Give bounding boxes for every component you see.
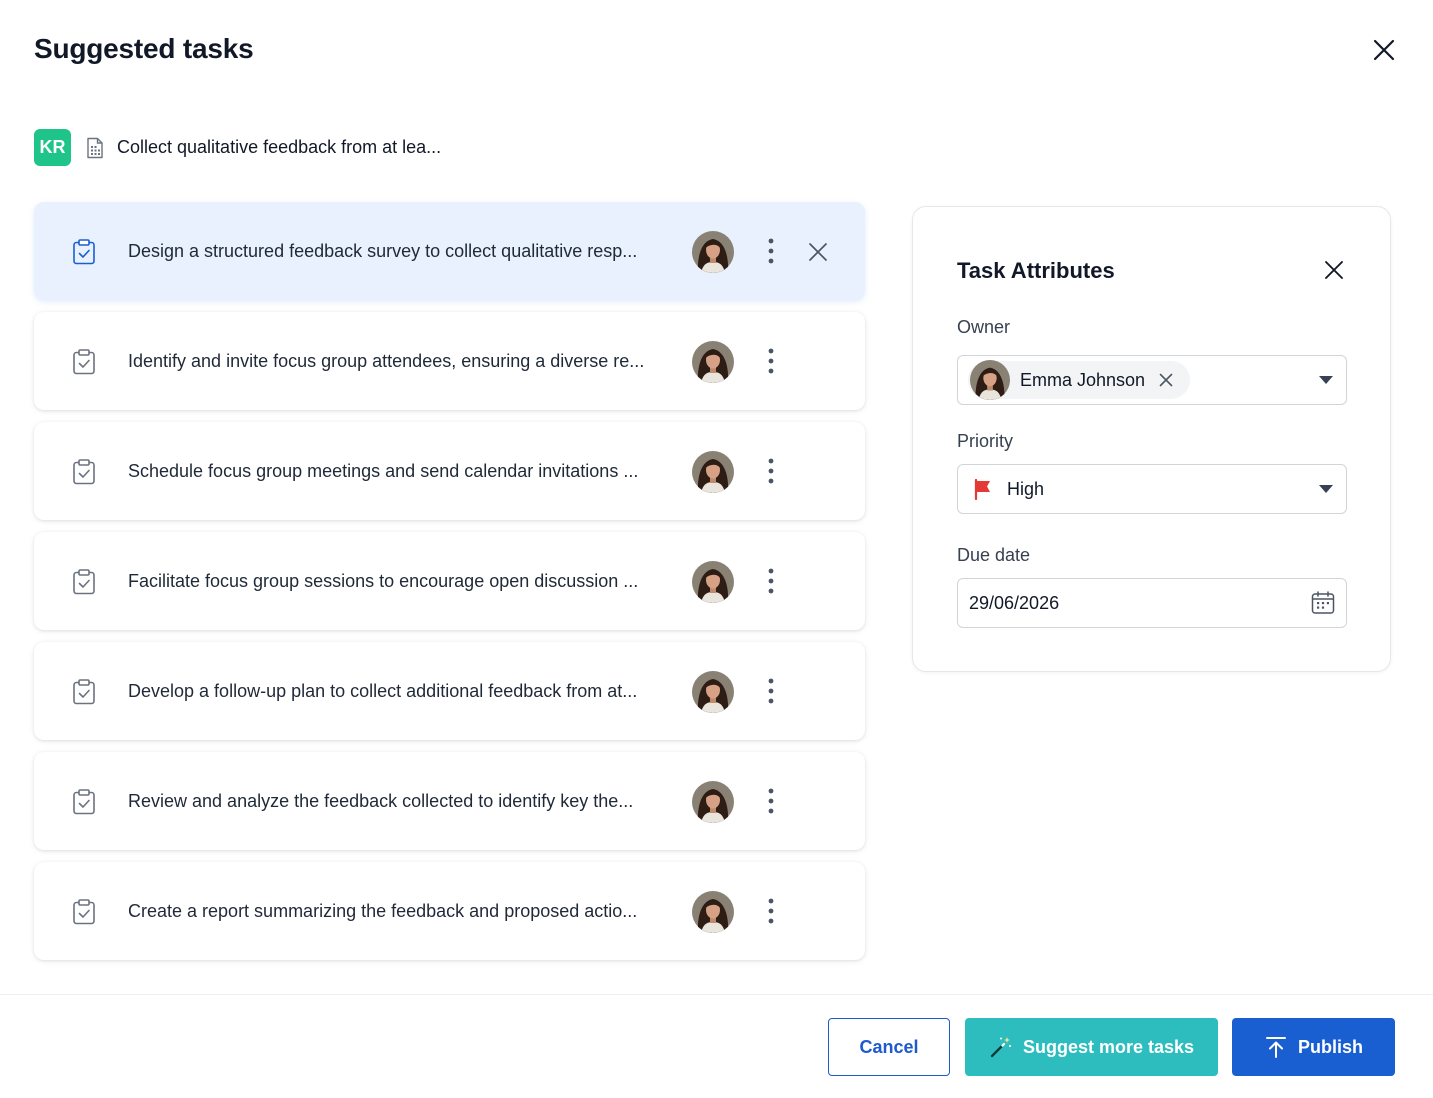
clipboard-check-icon xyxy=(70,678,98,706)
task-title: Develop a follow-up plan to collect addi… xyxy=(128,680,638,701)
kr-badge: KR xyxy=(34,129,71,166)
task-title: Design a structured feedback survey to c… xyxy=(128,240,638,261)
more-vertical-icon xyxy=(758,674,784,708)
task-title: Review and analyze the feedback collecte… xyxy=(128,790,634,811)
chevron-down-icon[interactable] xyxy=(1318,482,1334,496)
task-list: Design a structured feedback survey to c… xyxy=(34,202,865,972)
objective-row: KR Collect qualitative feedback from at … xyxy=(34,129,441,166)
more-vertical-icon xyxy=(758,454,784,488)
task-more-button[interactable] xyxy=(758,894,784,928)
footer-divider xyxy=(0,994,1433,995)
task-more-button[interactable] xyxy=(758,344,784,378)
due-date-value: 29/06/2026 xyxy=(969,592,1060,613)
panel-title: Task Attributes xyxy=(957,258,1115,283)
task-card[interactable]: Review and analyze the feedback collecte… xyxy=(34,752,865,850)
publish-button[interactable]: Publish xyxy=(1232,1018,1395,1076)
task-card[interactable]: Create a report summarizing the feedback… xyxy=(34,862,865,960)
due-date-input[interactable]: 29/06/2026 xyxy=(957,578,1347,628)
suggest-more-tasks-button[interactable]: Suggest more tasks xyxy=(965,1018,1218,1076)
task-more-button[interactable] xyxy=(758,454,784,488)
chevron-down-icon[interactable] xyxy=(1318,373,1334,387)
avatar xyxy=(970,360,1010,400)
task-more-button[interactable] xyxy=(758,234,784,268)
avatar xyxy=(692,341,734,383)
task-card[interactable]: Facilitate focus group sessions to encou… xyxy=(34,532,865,630)
clipboard-check-icon xyxy=(70,788,98,816)
calendar-icon[interactable] xyxy=(1310,590,1336,616)
clipboard-check-icon xyxy=(70,568,98,596)
clipboard-check-icon xyxy=(70,458,98,486)
due-date-label: Due date xyxy=(957,545,1031,565)
close-icon xyxy=(1325,261,1343,279)
task-more-button[interactable] xyxy=(758,674,784,708)
magic-wand-icon xyxy=(989,1035,1013,1059)
owner-select[interactable]: Emma Johnson xyxy=(957,355,1347,405)
more-vertical-icon xyxy=(758,564,784,598)
more-vertical-icon xyxy=(758,234,784,268)
publish-label: Publish xyxy=(1297,1036,1363,1057)
clipboard-check-icon xyxy=(70,238,98,266)
avatar xyxy=(692,561,734,603)
priority-select[interactable]: High xyxy=(957,464,1347,514)
task-remove-button[interactable] xyxy=(804,238,832,266)
more-vertical-icon xyxy=(758,894,784,928)
owner-remove-button[interactable] xyxy=(1157,371,1175,389)
upload-arrow-icon xyxy=(1264,1035,1288,1059)
clipboard-check-icon xyxy=(70,898,98,926)
avatar xyxy=(692,781,734,823)
close-icon xyxy=(809,243,827,261)
document-icon xyxy=(85,136,107,160)
task-card[interactable]: Schedule focus group meetings and send c… xyxy=(34,422,865,520)
task-title: Identify and invite focus group attendee… xyxy=(128,350,645,371)
task-more-button[interactable] xyxy=(758,564,784,598)
avatar xyxy=(692,231,734,273)
priority-label: Priority xyxy=(957,431,1014,451)
avatar xyxy=(692,671,734,713)
clipboard-check-icon xyxy=(70,348,98,376)
panel-close-button[interactable] xyxy=(1319,255,1349,285)
close-icon xyxy=(1159,373,1173,387)
flag-icon xyxy=(974,478,990,500)
owner-name: Emma Johnson xyxy=(1020,369,1146,390)
task-card[interactable]: Design a structured feedback survey to c… xyxy=(34,202,865,300)
task-title: Create a report summarizing the feedback… xyxy=(128,900,638,921)
cancel-button[interactable]: Cancel xyxy=(828,1018,950,1076)
task-more-button[interactable] xyxy=(758,784,784,818)
task-card[interactable]: Develop a follow-up plan to collect addi… xyxy=(34,642,865,740)
modal-close-button[interactable] xyxy=(1366,32,1402,68)
page-title: Suggested tasks xyxy=(34,33,254,64)
more-vertical-icon xyxy=(758,344,784,378)
more-vertical-icon xyxy=(758,784,784,818)
task-title: Facilitate focus group sessions to encou… xyxy=(128,570,639,591)
task-attributes-panel: Task Attributes Owner Emma Johnson Prior… xyxy=(912,206,1391,672)
owner-label: Owner xyxy=(957,317,1011,337)
task-title: Schedule focus group meetings and send c… xyxy=(128,460,639,481)
task-card[interactable]: Identify and invite focus group attendee… xyxy=(34,312,865,410)
objective-title: Collect qualitative feedback from at lea… xyxy=(117,137,442,157)
suggest-more-tasks-label: Suggest more tasks xyxy=(1022,1036,1195,1057)
priority-value: High xyxy=(1007,478,1045,499)
close-icon xyxy=(1373,39,1395,61)
avatar xyxy=(692,891,734,933)
owner-chip: Emma Johnson xyxy=(968,361,1190,399)
avatar xyxy=(692,451,734,493)
